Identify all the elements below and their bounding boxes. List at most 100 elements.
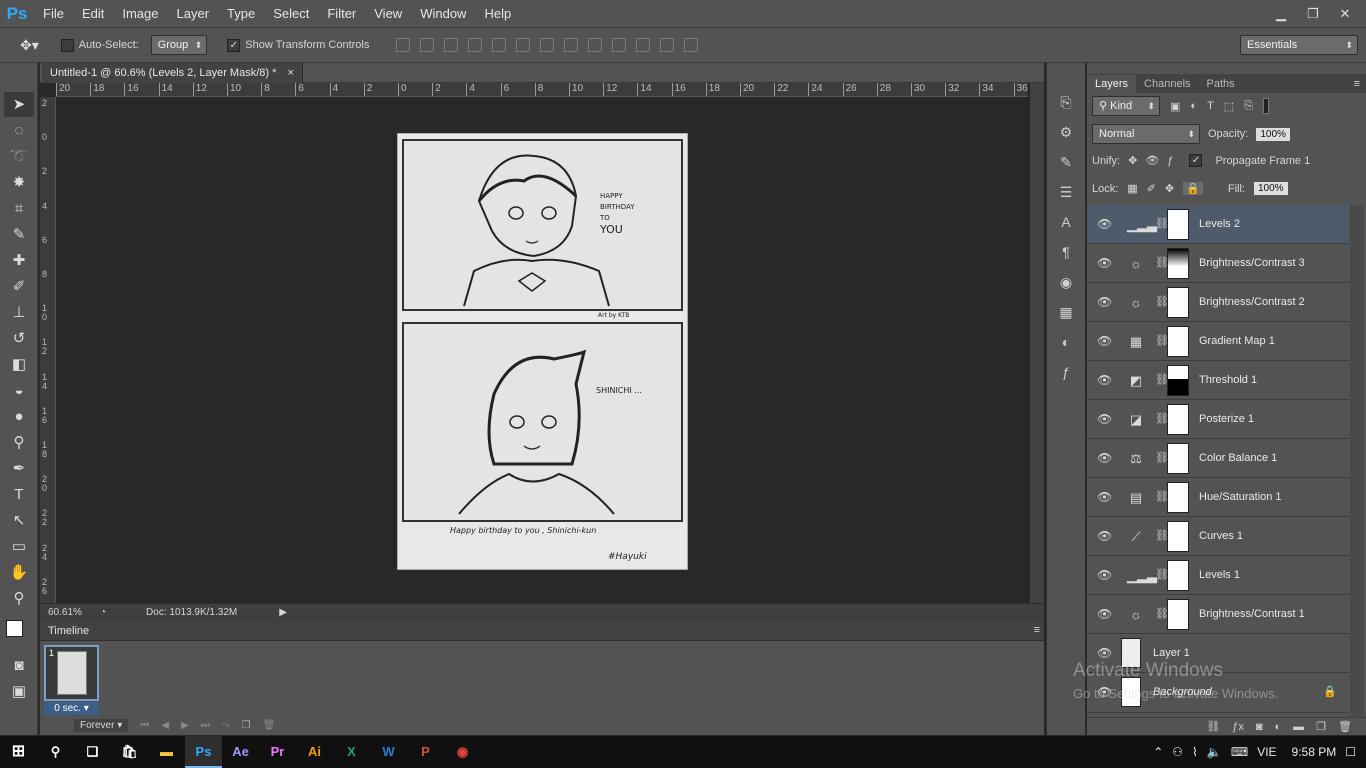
filter-smart-object-icon[interactable]: ⎘ <box>1244 100 1253 113</box>
brush-panel-icon[interactable]: ✎ <box>1054 151 1078 173</box>
path-selection-tool-icon[interactable]: ↖ <box>4 508 34 533</box>
clone-stamp-tool-icon[interactable]: ⊥ <box>4 300 34 325</box>
layer-mask-thumbnail[interactable] <box>1167 482 1189 513</box>
move-tool-icon[interactable]: ➤ <box>4 92 34 117</box>
zoom-level[interactable]: 60.61% <box>48 607 92 618</box>
move-tool-preset-icon[interactable]: ✥▾ <box>20 37 39 54</box>
file-explorer-icon[interactable]: ▬ <box>148 736 185 768</box>
tween-icon[interactable]: ⤳ <box>222 720 230 731</box>
unify-style-icon[interactable]: ƒ <box>1167 155 1173 167</box>
layer-mask-thumbnail[interactable] <box>1167 599 1189 630</box>
filter-adjustment-icon[interactable]: ◐ <box>1190 100 1197 112</box>
menu-edit[interactable]: Edit <box>73 0 113 27</box>
auto-select-dropdown[interactable]: Group <box>150 35 208 55</box>
adjustments-panel-icon[interactable]: ☰ <box>1054 181 1078 203</box>
new-layer-icon[interactable]: ❐ <box>1316 720 1326 733</box>
properties-panel-icon[interactable]: ⚙ <box>1054 121 1078 143</box>
excel-taskbar-icon[interactable]: X <box>333 736 370 768</box>
filter-type-icon[interactable]: T <box>1207 100 1214 112</box>
propagate-checkbox[interactable]: ✓ <box>1189 154 1203 167</box>
swatches-panel-icon[interactable]: ◉ <box>1054 271 1078 293</box>
filter-shape-icon[interactable]: ⬚ <box>1224 100 1234 113</box>
layer-row[interactable]: 👁 ▤ ⛓ Hue/Saturation 1 <box>1087 478 1349 517</box>
marquee-tool-icon[interactable]: ◌ <box>4 118 34 143</box>
volume-icon[interactable]: 🔈 <box>1207 745 1222 759</box>
loop-options-dropdown[interactable]: Forever ▾ <box>74 719 129 732</box>
paint-bucket-tool-icon[interactable]: ◒ <box>4 378 34 403</box>
people-icon[interactable]: ⚇ <box>1172 745 1183 759</box>
auto-select-check-box[interactable] <box>60 38 74 52</box>
auto-select-checkbox[interactable]: Auto-Select: <box>60 38 139 52</box>
layer-row[interactable]: 👁 ⚖ ⛓ Color Balance 1 <box>1087 439 1349 478</box>
close-tab-icon[interactable]: × <box>287 67 293 79</box>
visibility-eye-icon[interactable]: 👁 <box>1097 412 1112 426</box>
menu-select[interactable]: Select <box>264 0 318 27</box>
frame-delay-dropdown[interactable]: 0 sec. ▾ <box>44 702 99 715</box>
history-panel-icon[interactable]: ⎘ <box>1054 91 1078 113</box>
keyboard-icon[interactable]: ⌨ <box>1231 745 1248 759</box>
tab-layers[interactable]: Layers <box>1087 75 1137 93</box>
visibility-eye-icon[interactable]: 👁 <box>1097 490 1112 504</box>
visibility-eye-icon[interactable]: 👁 <box>1097 217 1112 231</box>
type-tool-icon[interactable]: T <box>4 482 34 507</box>
minimize-icon[interactable]: ▁ <box>1268 5 1294 23</box>
eyedropper-tool-icon[interactable]: ✎ <box>4 222 34 247</box>
menu-file[interactable]: File <box>34 0 73 27</box>
layer-row[interactable]: 👁 ▦ ⛓ Gradient Map 1 <box>1087 322 1349 361</box>
network-icon[interactable]: ⌇ <box>1192 745 1198 759</box>
foreground-color-swatch[interactable] <box>6 620 23 637</box>
align-top-icon[interactable] <box>396 38 411 52</box>
dodge-tool-icon[interactable]: ⚲ <box>4 430 34 455</box>
brush-tool-icon[interactable]: ✐ <box>4 274 34 299</box>
add-mask-icon[interactable]: ◙ <box>1256 721 1263 733</box>
menu-view[interactable]: View <box>365 0 411 27</box>
menu-filter[interactable]: Filter <box>318 0 365 27</box>
color-panel-icon[interactable]: ◐ <box>1054 331 1078 353</box>
powerpoint-taskbar-icon[interactable]: P <box>407 736 444 768</box>
lock-all-icon[interactable]: 🔒 <box>1183 182 1203 195</box>
rectangle-tool-icon[interactable]: ▭ <box>4 534 34 559</box>
show-transform-check-box[interactable]: ✓ <box>227 38 241 52</box>
filter-kind-dropdown[interactable]: ⚲ Kind <box>1092 96 1160 116</box>
document-scrollbar[interactable] <box>1030 83 1044 605</box>
unify-position-icon[interactable]: ✥ <box>1128 154 1137 167</box>
layer-row[interactable]: 👁 ⟋ ⛓ Curves 1 <box>1087 517 1349 556</box>
photoshop-taskbar-icon[interactable]: Ps <box>185 736 222 768</box>
chrome-taskbar-icon[interactable]: ◉ <box>444 736 481 768</box>
fill-input[interactable]: 100% <box>1253 182 1288 195</box>
layer-mask-thumbnail[interactable] <box>1167 443 1189 474</box>
menu-image[interactable]: Image <box>113 0 167 27</box>
layer-mask-thumbnail[interactable] <box>1167 404 1189 435</box>
layer-row[interactable]: 👁 ▁▂▃ ⛓ Levels 1 <box>1087 556 1349 595</box>
link-layers-icon[interactable]: ⛓ <box>1206 720 1220 733</box>
filter-toggle-icon[interactable] <box>1263 98 1270 114</box>
store-icon[interactable]: 🛍 <box>111 736 148 768</box>
prev-frame-icon[interactable]: ◀ <box>161 720 169 731</box>
align-hcenter-icon[interactable] <box>492 38 507 52</box>
canvas-artwork[interactable]: HAPPY BIRTHDAY TO YOU Art by KTB SHINICH… <box>397 133 688 570</box>
layer-row[interactable]: 👁 ☼ ⛓ Brightness/Contrast 3 <box>1087 244 1349 283</box>
first-frame-icon[interactable]: ⏮ <box>140 720 149 731</box>
auto-align-icon[interactable] <box>684 38 699 52</box>
layer-row[interactable]: 👁 ▁▂▃ ⛓ Levels 2 <box>1087 205 1349 244</box>
timeline-menu-icon[interactable]: ≡ <box>1034 624 1040 636</box>
hand-tool-icon[interactable]: ✋ <box>4 560 34 585</box>
word-taskbar-icon[interactable]: W <box>370 736 407 768</box>
history-brush-tool-icon[interactable]: ↺ <box>4 326 34 351</box>
new-adjustment-icon[interactable]: ◐ <box>1275 721 1282 733</box>
restore-icon[interactable]: ❐ <box>1300 5 1326 23</box>
document-tab[interactable]: Untitled-1 @ 60.6% (Levels 2, Layer Mask… <box>42 63 303 83</box>
pen-tool-icon[interactable]: ✒ <box>4 456 34 481</box>
duplicate-frame-icon[interactable]: ❐ <box>242 720 251 731</box>
layer-mask-thumbnail[interactable] <box>1167 209 1189 240</box>
tab-channels[interactable]: Channels <box>1136 75 1198 93</box>
notification-icon[interactable]: ☐ <box>1345 745 1356 759</box>
screen-mode-icon[interactable]: ▣ <box>4 679 34 704</box>
opacity-input[interactable]: 100% <box>1256 127 1290 141</box>
visibility-eye-icon[interactable]: 👁 <box>1097 295 1112 309</box>
distribute-top-icon[interactable] <box>540 38 555 52</box>
start-icon[interactable]: ⊞ <box>0 736 37 768</box>
unify-visibility-icon[interactable]: 👁 <box>1145 154 1159 167</box>
lasso-tool-icon[interactable]: ➰ <box>4 144 34 169</box>
zoom-tool-icon[interactable]: ⚲ <box>4 586 34 611</box>
